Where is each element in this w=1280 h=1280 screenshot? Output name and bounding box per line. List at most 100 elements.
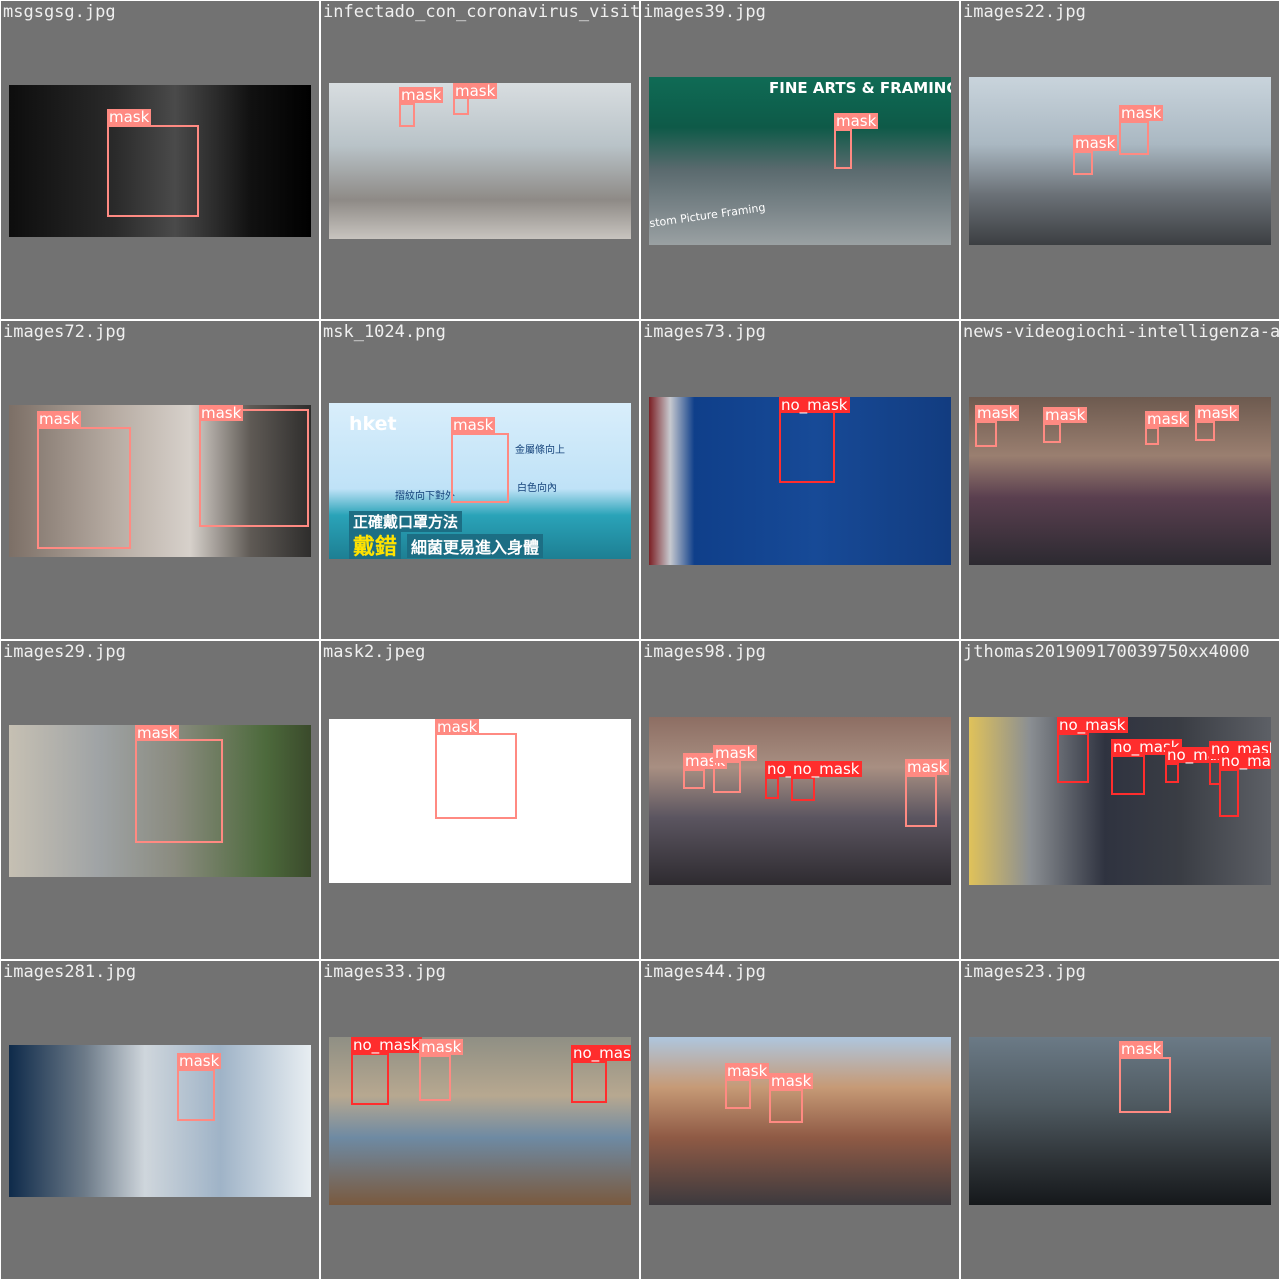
- mask-detection-box: [713, 761, 741, 793]
- detection-photo: mask: [9, 725, 311, 877]
- photo-scene-text: 金屬條向上: [515, 445, 565, 456]
- detection-label: no_mask: [571, 1045, 631, 1061]
- image-tile[interactable]: jthomas201909170039750xx4000 no_mask no_ma…: [961, 641, 1279, 959]
- image-tile[interactable]: images73.jpg no_mask: [641, 321, 959, 639]
- detection-label: mask: [199, 405, 244, 422]
- detection-photo: maskmaskno_maskno_maskmask: [649, 717, 951, 885]
- no-mask-detection-box: [351, 1053, 389, 1105]
- detection-label: no_mask: [791, 760, 862, 778]
- image-tile[interactable]: images33.jpgno_maskmaskno_mask: [321, 961, 639, 1279]
- mask-detection-box: [683, 769, 705, 789]
- detection-label: mask: [419, 1038, 464, 1056]
- detection-label: mask: [177, 1052, 222, 1070]
- tile-filename: images23.jpg: [963, 962, 1086, 982]
- detection-label: no_mask: [1219, 753, 1271, 769]
- photo-scene-text: hket: [349, 413, 397, 435]
- no-mask-detection-box: [1057, 733, 1089, 783]
- mask-detection-box: [107, 125, 199, 217]
- tile-filename: images29.jpg: [3, 642, 126, 662]
- no-mask-detection-box: [571, 1061, 607, 1103]
- mask-detection-box: [435, 733, 517, 819]
- detection-photo: no_maskno_maskno_maskno_maskno_mask: [969, 717, 1271, 885]
- tile-filename: images44.jpg: [643, 962, 766, 982]
- detection-label: mask: [769, 1072, 814, 1090]
- mask-detection-box: [419, 1055, 451, 1101]
- mask-detection-box: [1195, 421, 1215, 441]
- detection-photo: mask: [9, 1045, 311, 1197]
- tile-filename: images98.jpg: [643, 642, 766, 662]
- mask-detection-box: [725, 1079, 751, 1109]
- image-tile[interactable]: mask2.jpeg mask: [321, 641, 639, 959]
- detection-label: no_mask: [351, 1037, 422, 1054]
- detection-label: mask: [107, 108, 152, 126]
- no-mask-detection-box: [791, 777, 815, 801]
- detection-label: mask: [453, 83, 498, 100]
- image-tile[interactable]: images98.jpgmaskmaskno_maskno_maskmask: [641, 641, 959, 959]
- photo-scene-text: 細菌更易進入身體: [407, 534, 544, 558]
- detection-label: mask: [1145, 410, 1190, 428]
- image-tile[interactable]: images22.jpg mask mask: [961, 1, 1279, 319]
- detection-photo: mask mask: [649, 1037, 951, 1205]
- detection-photo: mask mask mask mask: [969, 397, 1271, 565]
- detection-label: mask: [435, 719, 480, 736]
- image-tile[interactable]: images72.jpg mask mask: [1, 321, 319, 639]
- detection-photo: mask: [329, 719, 631, 883]
- photo-scene-text: 白色向內: [517, 483, 557, 494]
- image-tile[interactable]: images281.jpg mask: [1, 961, 319, 1279]
- detection-label: mask: [37, 410, 82, 428]
- mask-detection-box: [135, 739, 223, 843]
- detection-label: mask: [1195, 404, 1240, 422]
- mask-detection-box: [1043, 423, 1061, 443]
- mask-detection-box: [905, 775, 937, 827]
- image-tile[interactable]: msk_1024.png hket 金屬條向上 白色向內 摺紋向下對外 正確戴口罩方法 戴錯…: [321, 321, 639, 639]
- detection-photo: mask mask: [329, 83, 631, 239]
- image-tile[interactable]: images29.jpg mask: [1, 641, 319, 959]
- tile-filename: images72.jpg: [3, 322, 126, 342]
- detection-photo: mask mask: [969, 77, 1271, 245]
- detection-label: mask: [725, 1062, 770, 1080]
- detection-label: mask: [834, 112, 879, 130]
- detection-label: mask: [451, 416, 496, 434]
- detection-photo: mask mask: [9, 405, 311, 557]
- tile-filename: images39.jpg: [643, 2, 766, 22]
- mask-detection-box: [1145, 427, 1159, 445]
- image-tile[interactable]: images23.jpg mask: [961, 961, 1279, 1279]
- detection-label: mask: [905, 758, 950, 776]
- tile-filename: msgsgsg.jpg: [3, 2, 116, 22]
- no-mask-detection-box: [1111, 755, 1145, 795]
- detection-label: mask: [975, 404, 1020, 422]
- tile-filename: news-videogiochi-intelligenza-art: [963, 322, 1279, 342]
- detection-photo: no_mask: [649, 397, 951, 565]
- image-tile[interactable]: infectado_con_coronavirus_visito_l mask ma…: [321, 1, 639, 319]
- mask-detection-box: [37, 427, 131, 549]
- mask-detection-box: [1119, 1057, 1171, 1113]
- detection-photo: hket 金屬條向上 白色向內 摺紋向下對外 正確戴口罩方法 戴錯 細菌更易進入身體 mask: [329, 403, 631, 559]
- image-tile[interactable]: msgsgsg.jpg mask: [1, 1, 319, 319]
- no-mask-detection-box: [779, 411, 835, 483]
- mask-detection-box: [1119, 121, 1149, 155]
- detection-label: mask: [1073, 134, 1118, 152]
- detection-photo: mask: [969, 1037, 1271, 1205]
- tile-filename: jthomas201909170039750xx4000: [963, 642, 1250, 662]
- detection-label: no_mask: [1057, 717, 1128, 734]
- no-mask-detection-box: [1165, 763, 1179, 783]
- detection-label: mask: [135, 725, 180, 742]
- mask-detection-box: [1073, 151, 1093, 175]
- image-tile[interactable]: images39.jpg FINE ARTS & FRAMING stom Pict…: [641, 1, 959, 319]
- detection-label: mask: [1043, 406, 1088, 424]
- image-tile[interactable]: news-videogiochi-intelligenza-art mask mas…: [961, 321, 1279, 639]
- photo-scene-text: 戴錯: [349, 529, 402, 559]
- no-mask-detection-box: [1219, 769, 1239, 817]
- photo-scene-text: stom Picture Framing: [649, 200, 767, 231]
- detection-photo: FINE ARTS & FRAMING stom Picture Framing m…: [649, 77, 951, 245]
- image-tile[interactable]: images44.jpg mask mask: [641, 961, 959, 1279]
- detection-label: no_mask: [779, 397, 850, 414]
- mask-detection-box: [451, 433, 509, 503]
- detection-label: mask: [1119, 104, 1164, 122]
- detection-photo: no_maskmaskno_mask: [329, 1037, 631, 1205]
- tile-filename: msk_1024.png: [323, 322, 446, 342]
- no-mask-detection-box: [765, 777, 779, 799]
- mask-detection-box: [834, 129, 852, 169]
- detection-label: mask: [713, 744, 758, 762]
- detection-photo: mask: [9, 85, 311, 237]
